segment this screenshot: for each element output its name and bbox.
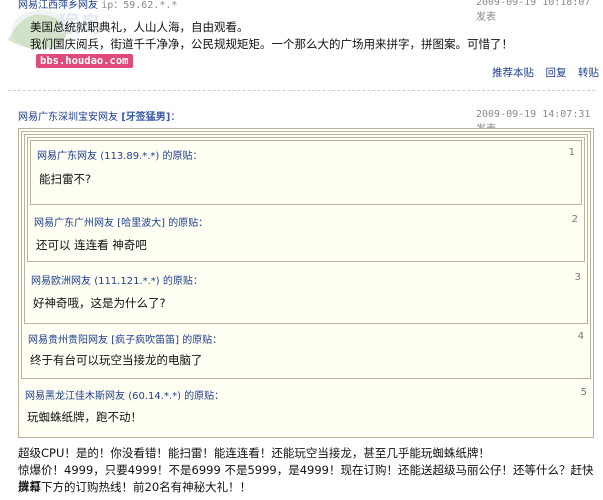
quote-5-suffix: 的原贴： <box>184 391 225 402</box>
quote-4-author: 网易贵州贵阳网友 <box>28 335 108 346</box>
reply-link[interactable]: 回复 <box>546 67 567 79</box>
post1-time: 2009-09-19 10:18:07 发表 <box>476 0 603 23</box>
quote-5-number: 5 <box>580 387 587 398</box>
quote-2-nick: [哈里波大] <box>117 218 165 229</box>
quote-5-text: 玩蜘蛛纸牌，跑不动！ <box>27 410 142 424</box>
quote-1-author: 网易广东网友 <box>37 151 97 162</box>
quote-box-4: 网易广东网友 (113.89.*.*) 的原贴： 1 能扫雷不? 网易广东广州网… <box>21 131 591 379</box>
post1-line2: 我们国庆阅兵，街道千千净净，公民规规矩矩。一个那么大的广场用来拼字，拼图案。可惜… <box>30 37 513 51</box>
quote-4-suffix: 的原贴： <box>182 335 223 346</box>
post1-actions: 推荐本贴 回复 转贴 <box>492 65 599 80</box>
quote-1-ip: (113.89.*.*) <box>100 151 160 162</box>
post2-body-line3: 屏幕下方的订购热线！前20名有神秘大礼！！ <box>18 480 252 494</box>
quote-1-text: 能扫雷不? <box>39 172 92 186</box>
quote-2-author: 网易广东广州网友 <box>34 218 114 229</box>
quote-3-number: 3 <box>574 272 581 283</box>
quote-4-header: 网易贵州贵阳网友 [疯子疯吹笛笛] 的原贴： <box>28 331 222 346</box>
post1-datetime: 2009-09-19 10:18:07 <box>476 0 591 8</box>
forward-link[interactable]: 转贴 <box>578 67 599 79</box>
quote-5-author: 网易黑龙江佳木斯网友 <box>25 391 125 402</box>
quote-3-ip: (111.121.*.*) <box>94 276 160 287</box>
post2-nick[interactable]: [牙签猛男] <box>121 112 170 123</box>
post-separator <box>8 90 595 91</box>
quote-1-suffix: 的原贴： <box>162 151 203 162</box>
post1-action: 发表 <box>476 12 496 23</box>
quote-4-number: 4 <box>577 331 584 342</box>
quote-2-header: 网易广东广州网友 [哈里波大] 的原贴： <box>34 214 208 229</box>
quote-5-header: 网易黑龙江佳木斯网友 (60.14.*.*) 的原贴： <box>25 387 224 402</box>
quote-2-number: 2 <box>571 214 578 225</box>
quote-3-header: 网易欧洲网友 (111.121.*.*) 的原贴： <box>31 272 203 287</box>
post1-line1: 美国总统就职典礼，人山人海，自由观看。 <box>30 20 249 34</box>
watermark-site: bbs.houdao.com <box>36 54 133 68</box>
quote-4-nick: [疯子疯吹笛笛] <box>111 335 179 346</box>
post2-colon: ： <box>170 112 181 123</box>
quote-4-text: 终于有台可以玩空当接龙的电脑了 <box>30 353 203 367</box>
quote-1-header: 网易广东网友 (113.89.*.*) 的原贴： <box>37 147 203 162</box>
quote-3-suffix: 的原贴： <box>162 276 203 287</box>
quote-2-text: 还可以 连连看 神奇吧 <box>36 238 147 252</box>
quote-box-2: 网易广东网友 (113.89.*.*) 的原贴： 1 能扫雷不? 网易广东广州网… <box>27 137 585 262</box>
post2-poster: 网易广东深圳宝安网友 [牙签猛男]： <box>18 108 180 123</box>
quote-1-number: 1 <box>568 147 575 158</box>
post2-body-line1: 超级CPU！是的！你没看错！能扫雷！能连连看！还能玩空当接龙，甚至几乎能玩蜘蛛纸… <box>18 446 490 460</box>
quote-5-ip: (60.14.*.*) <box>128 391 181 402</box>
quote-3-text: 好神奇哦，这是为什么了? <box>33 296 166 310</box>
quote-box-3: 网易广东网友 (113.89.*.*) 的原贴： 1 能扫雷不? 网易广东广州网… <box>24 134 588 324</box>
quote-2-suffix: 的原贴： <box>168 218 209 229</box>
quote-3-author: 网易欧洲网友 <box>31 276 91 287</box>
quote-box-5: 网易广东网友 (113.89.*.*) 的原贴： 1 能扫雷不? 网易广东广州网… <box>18 128 594 438</box>
post2-datetime: 2009-09-19 14:07:31 <box>476 109 591 120</box>
post2-poster-name[interactable]: 网易广东深圳宝安网友 <box>18 112 118 123</box>
recommend-link[interactable]: 推荐本贴 <box>492 67 534 79</box>
watermark-logo: 猴岛 bbs.houdao.com <box>0 0 133 70</box>
quote-box-1: 网易广东网友 (113.89.*.*) 的原贴： 1 能扫雷不? <box>30 140 582 205</box>
